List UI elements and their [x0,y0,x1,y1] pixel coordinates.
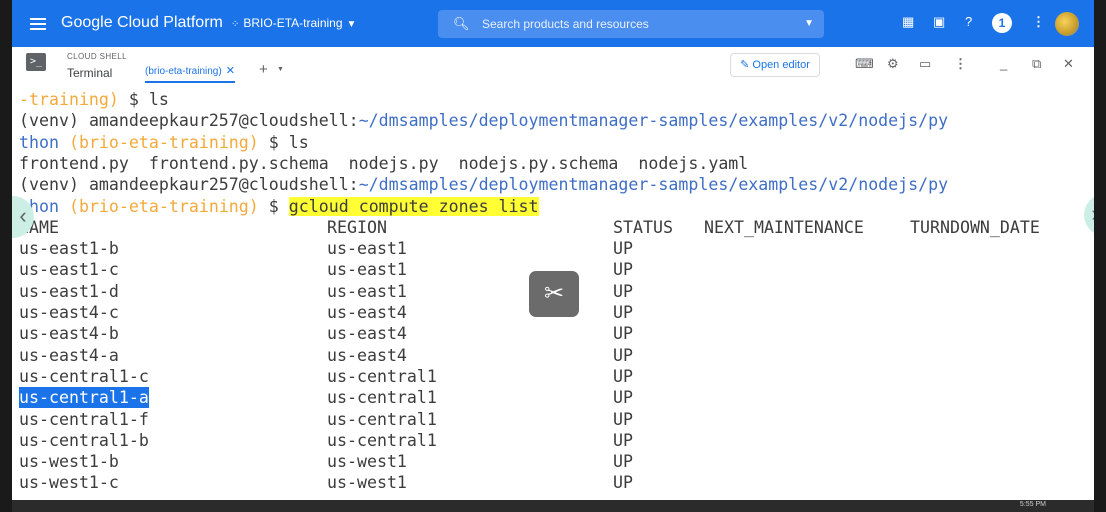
pencil-icon: ✎ [740,59,750,71]
table-cell: UP [613,388,633,408]
help-icon[interactable]: ? [965,14,972,29]
table-cell: UP [613,281,633,301]
highlighted-command: gcloud compute zones list [288,196,539,216]
table-cell: UP [613,324,633,344]
tab-label: (brio-eta-training) [145,66,222,77]
cloud-shell-header: >_ CLOUD SHELL Terminal (brio-eta-traini… [12,47,1094,95]
scissors-icon[interactable]: ✂ [529,271,579,317]
more-vert-icon[interactable]: ⋮ [954,56,967,72]
table-cell: us-east4-c [19,303,119,322]
table-cell: us-east4-b [19,324,119,344]
keyboard-icon[interactable]: ⌨ [855,56,874,72]
table-cell: us-east1 [327,260,407,280]
terminal-line: (venv) amandeepkaur257@cloudshell:~/dmsa… [19,111,949,131]
taskbar: 5:55 PM [12,500,1094,512]
cloud-shell-icon: >_ [26,53,46,71]
top-bar: Google Cloud Platform ⁘ BRIO-ETA-training… [12,0,1094,47]
table-cell: us-west1-c [19,473,119,493]
gift-icon[interactable]: ▦ [902,14,914,30]
table-cell: us-east1-c [19,260,119,280]
table-cell: UP [613,452,633,472]
table-cell: us-east1-b [19,239,119,259]
column-header: STATUS [613,217,673,237]
table-cell: UP [613,345,633,365]
table-cell: us-east4-a [19,345,119,365]
terminal-line: frontend.py frontend.py.schema nodejs.py… [19,153,749,173]
chevron-down-icon: ▼ [346,19,357,30]
project-dots-icon: ⁘ [231,19,240,30]
table-cell: UP [613,473,633,493]
table-cell: us-east4 [327,345,407,365]
taskbar-clock: 5:55 PM [1019,501,1046,508]
table-cell: us-east1 [327,239,407,259]
product-title[interactable]: Google Cloud Platform [61,14,223,32]
table-cell: us-central1-b [19,430,149,450]
table-cell: us-west1 [327,452,407,472]
terminal-line: thon (brio-eta-training) $ ls [19,132,309,152]
search-dropdown-icon[interactable]: ▼ [804,18,814,29]
table-cell: us-central1 [327,430,437,450]
table-cell: us-east1 [327,281,407,301]
notification-badge[interactable]: 1 [992,13,1012,33]
menu-icon[interactable] [26,12,50,36]
table-cell: us-central1 [327,409,437,429]
console-icon[interactable]: ▣ [933,14,945,30]
project-selector[interactable]: ⁘ BRIO-ETA-training ▼ [231,16,356,30]
table-cell: us-central1 [327,388,437,408]
table-cell: UP [613,260,633,280]
table-cell: us-west1-b [19,452,119,472]
minimize-icon[interactable]: _ [1000,56,1007,71]
column-header: TURNDOWN_DATE [910,217,1040,237]
project-name: BRIO-ETA-training [243,16,343,30]
table-cell: us-west1 [327,473,407,493]
open-new-icon[interactable]: ⧉ [1032,56,1041,72]
close-icon[interactable]: ✕ [1063,56,1074,72]
table-cell: UP [613,409,633,429]
open-editor-label: Open editor [752,59,810,71]
column-header: REGION [327,217,387,237]
table-cell: us-central1 [327,366,437,386]
add-icon[interactable]: + [259,61,268,78]
chevron-down-icon[interactable]: ▼ [277,66,284,73]
avatar[interactable] [1055,12,1079,36]
table-cell: us-east4 [327,303,407,322]
preview-icon[interactable]: ▭ [919,56,931,72]
terminal-label: Terminal [67,66,113,80]
column-header: NEXT_MAINTENANCE [704,217,864,237]
tab-brio-eta-training[interactable]: (brio-eta-training) ✕ [145,64,235,83]
close-icon[interactable]: ✕ [226,65,235,77]
terminal-line: -training) $ ls [19,90,169,109]
terminal-command-line: thon (brio-eta-training) $ gcloud comput… [19,196,539,216]
table-cell: UP [613,430,633,450]
table-cell: us-central1-f [19,409,149,429]
cloud-shell-label: CLOUD SHELL [67,52,127,61]
search-icon: 🔍︎ [453,16,470,31]
open-editor-button[interactable]: ✎ Open editor [730,53,820,77]
gear-icon[interactable]: ⚙ [887,56,899,72]
browser-frame: Google Cloud Platform ⁘ BRIO-ETA-training… [12,0,1094,512]
table-cell: UP [613,239,633,259]
search-bar[interactable]: 🔍︎ Search products and resources ▼ [438,10,824,38]
table-cell: UP [613,366,633,386]
table-cell: us-central1-a [19,387,149,409]
search-input[interactable]: Search products and resources [482,17,649,31]
table-cell: us-central1-c [19,366,149,386]
more-vert-icon[interactable]: ⋮ [1032,14,1045,30]
table-cell: us-east4 [327,324,407,344]
table-cell: UP [613,303,633,322]
terminal-line: (venv) amandeepkaur257@cloudshell:~/dmsa… [19,175,949,195]
table-cell: us-east1-d [19,281,119,301]
